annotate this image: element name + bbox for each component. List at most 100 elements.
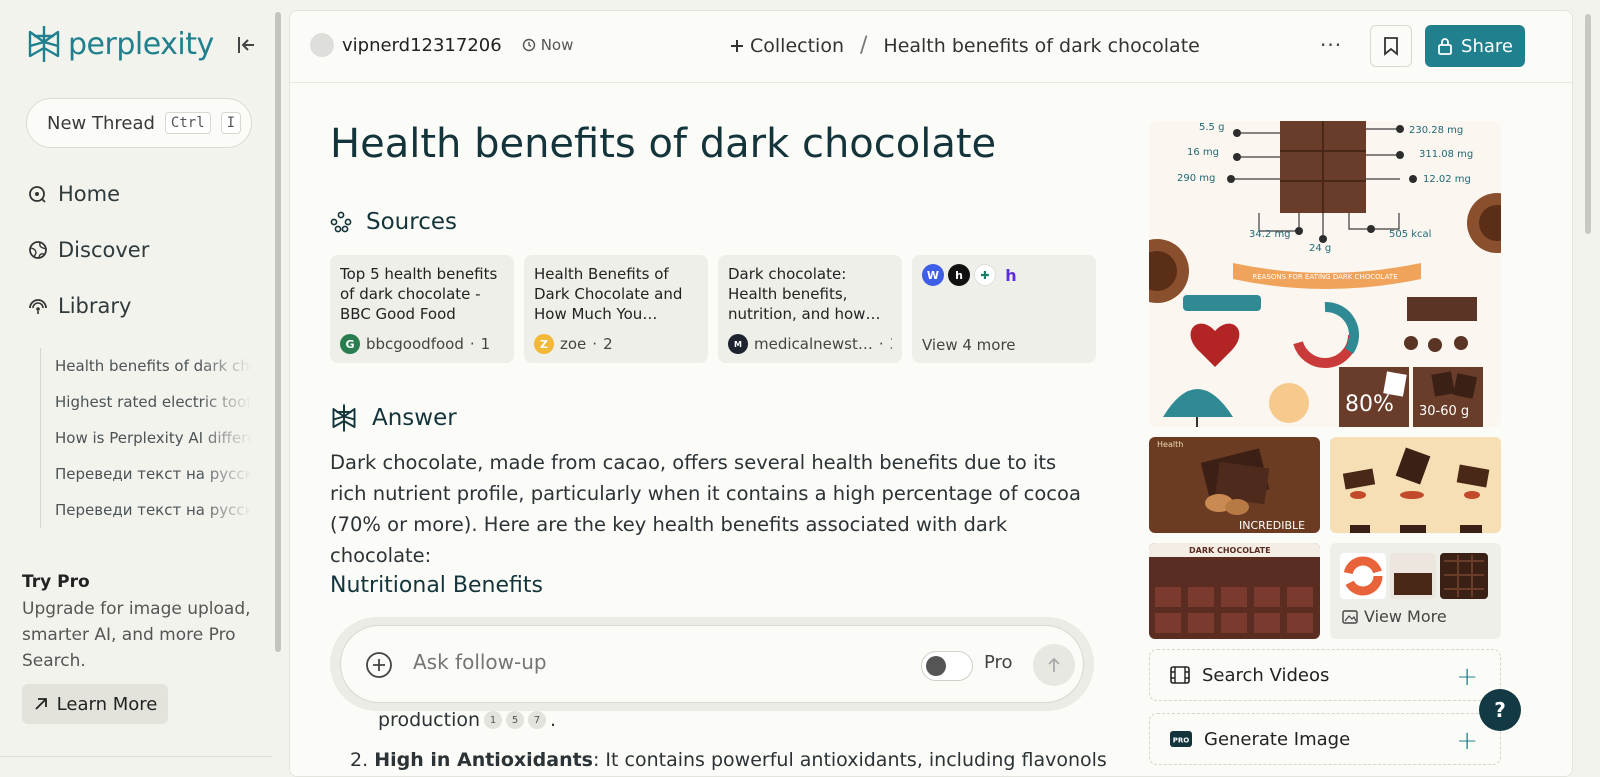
time-label: Now xyxy=(540,36,574,54)
try-pro-panel: Try Pro Upgrade for image upload, smarte… xyxy=(22,572,262,674)
answer-heading: Answer xyxy=(330,403,457,433)
nutrient-label: 5.5 g xyxy=(1199,122,1224,133)
library-thread-item[interactable]: Health benefits of dark chocolate xyxy=(41,348,252,384)
chocolate-pieces-thumbnail xyxy=(1330,437,1501,533)
answer-paragraph: Dark chocolate, made from cacao, offers … xyxy=(330,451,1081,567)
library-thread-item[interactable]: Highest rated electric toothbrush xyxy=(41,384,252,420)
nutrient-label: 24 g xyxy=(1309,243,1331,254)
view-more-label-wrap: View More xyxy=(1342,607,1447,626)
followup-box: Pro xyxy=(340,625,1084,703)
dark-chocolate-grid-thumbnail: DARK CHOCOLATE xyxy=(1149,543,1320,639)
zoe-favicon-icon: Z xyxy=(534,334,554,354)
nutrient-label: 290 mg xyxy=(1177,173,1215,184)
plus-icon xyxy=(731,39,743,52)
sources-list: Top 5 health benefits of dark chocolate … xyxy=(330,255,1096,363)
username: vipnerd12317206 xyxy=(342,34,502,56)
thread-time: Now xyxy=(522,36,574,54)
sources-heading-label: Sources xyxy=(366,209,457,235)
source-meta: G bbcgoodfood · 1 xyxy=(340,334,504,354)
nav-library[interactable]: Library xyxy=(28,294,131,318)
perplexity-logo-icon xyxy=(28,26,60,62)
source-site: medicalnewst… xyxy=(754,335,873,353)
film-icon xyxy=(1170,666,1190,684)
send-button[interactable] xyxy=(1033,644,1075,686)
source-card[interactable]: Dark chocolate: Health benefits, nutriti… xyxy=(718,255,902,363)
infographic-image[interactable]: 5.5 g 16 mg 290 mg 34.2 mg 24 g 230.28 m… xyxy=(1149,121,1501,427)
library-thread-item[interactable]: How is Perplexity AI different xyxy=(41,420,252,456)
bookmark-button[interactable] xyxy=(1370,25,1412,67)
page-title: Health benefits of dark chocolate xyxy=(330,121,997,167)
nav-home[interactable]: Home xyxy=(28,182,120,206)
thread-header: vipnerd12317206 Now Collection / Health … xyxy=(290,11,1572,83)
new-thread-button[interactable]: New Thread Ctrl I xyxy=(26,98,252,148)
logo-wordmark: perplexity xyxy=(68,26,214,62)
search-videos-button[interactable]: Search Videos + xyxy=(1149,649,1501,701)
library-icon xyxy=(29,299,47,314)
view-more-label: View More xyxy=(1364,607,1447,626)
thumb-title: DARK CHOCOLATE xyxy=(1189,546,1271,555)
arrow-up-right-icon xyxy=(35,698,47,710)
percent-label: 80% xyxy=(1345,392,1394,417)
sidebar-scrollbar-thumb[interactable] xyxy=(275,12,281,652)
medicalnewstoday-favicon-icon: M xyxy=(728,334,748,354)
image-thumbnail[interactable]: Health INCREDIBLE xyxy=(1149,437,1320,533)
library-thread-item[interactable]: Переведи текст на русский xyxy=(41,456,252,492)
source-card[interactable]: Health Benefits of Dark Chocolate and Ho… xyxy=(524,255,708,363)
generate-image-button[interactable]: PRO Generate Image + xyxy=(1149,713,1501,765)
main-scrollbar-thumb[interactable] xyxy=(1585,14,1591,234)
shortcut-key-ctrl: Ctrl xyxy=(164,112,211,134)
source-site: bbcgoodfood xyxy=(366,335,464,353)
banner-text: REASONS FOR EATING DARK CHOCOLATE xyxy=(1252,273,1397,281)
thumb-title: Health xyxy=(1157,440,1183,449)
section-subheading: Nutritional Benefits xyxy=(330,573,543,598)
source-title: Top 5 health benefits of dark chocolate … xyxy=(340,265,498,323)
sources-icon xyxy=(330,211,352,233)
library-thread-list: Health benefits of dark chocolate Highes… xyxy=(40,348,252,528)
add-to-collection-button[interactable]: Collection xyxy=(730,35,844,57)
library-thread-item[interactable]: Переведи текст на русский xyxy=(41,492,252,528)
clock-icon xyxy=(522,38,535,52)
toggle-knob xyxy=(926,656,946,676)
main-scrollbar[interactable] xyxy=(1578,0,1600,777)
list-text: production xyxy=(378,709,481,731)
more-options-button[interactable]: ··· xyxy=(1320,33,1342,57)
nav-discover[interactable]: Discover xyxy=(28,238,149,262)
answer-list-item-2: 2. High in Antioxidants: It contains pow… xyxy=(350,749,1107,771)
citation-badge[interactable]: 5 xyxy=(506,711,525,729)
image-previews xyxy=(1340,553,1488,599)
view-more-sources-card[interactable]: W h ✚ h View 4 more xyxy=(912,255,1096,363)
help-button[interactable]: ? xyxy=(1479,689,1521,731)
nutrient-label: 505 kcal xyxy=(1389,229,1431,240)
citation-badge[interactable]: 7 xyxy=(528,711,547,729)
citation-badge[interactable]: 1 xyxy=(484,711,503,729)
image-thumbnail[interactable]: DARK CHOCOLATE xyxy=(1149,543,1320,639)
nutrient-label: 311.08 mg xyxy=(1419,149,1473,160)
attach-plus-icon[interactable] xyxy=(365,651,393,679)
nav-home-label: Home xyxy=(58,182,121,206)
image-thumbnail[interactable] xyxy=(1330,437,1501,533)
add-icon: + xyxy=(1456,726,1478,756)
source-number: 2 xyxy=(603,335,613,353)
bookmark-icon xyxy=(1384,37,1398,56)
nav-library-label: Library xyxy=(58,294,132,318)
pro-toggle[interactable] xyxy=(921,651,973,681)
sidebar-scrollbar[interactable] xyxy=(274,0,282,777)
share-button[interactable]: Share xyxy=(1425,25,1525,67)
home-icon xyxy=(29,186,46,203)
clinic-favicon-icon: ✚ xyxy=(974,264,996,286)
logo[interactable]: perplexity xyxy=(26,24,214,64)
more-source-favicons: W h ✚ h xyxy=(922,264,1086,286)
generate-image-label: Generate Image xyxy=(1204,728,1351,750)
try-pro-title: Try Pro xyxy=(22,572,90,592)
view-more-images-button[interactable]: View More xyxy=(1330,543,1501,639)
nutrient-label: 12.02 mg xyxy=(1423,174,1471,185)
learn-more-button[interactable]: Learn More xyxy=(22,684,168,724)
image-icon xyxy=(1342,609,1358,624)
shortcut-key-i: I xyxy=(220,112,242,134)
collapse-sidebar-icon[interactable] xyxy=(236,34,258,56)
source-card[interactable]: Top 5 health benefits of dark chocolate … xyxy=(330,255,514,363)
share-label: Share xyxy=(1461,35,1513,57)
followup-input[interactable] xyxy=(413,650,893,674)
chocolate-health-thumbnail: Health INCREDIBLE xyxy=(1149,437,1320,533)
learn-more-label: Learn More xyxy=(56,693,158,715)
